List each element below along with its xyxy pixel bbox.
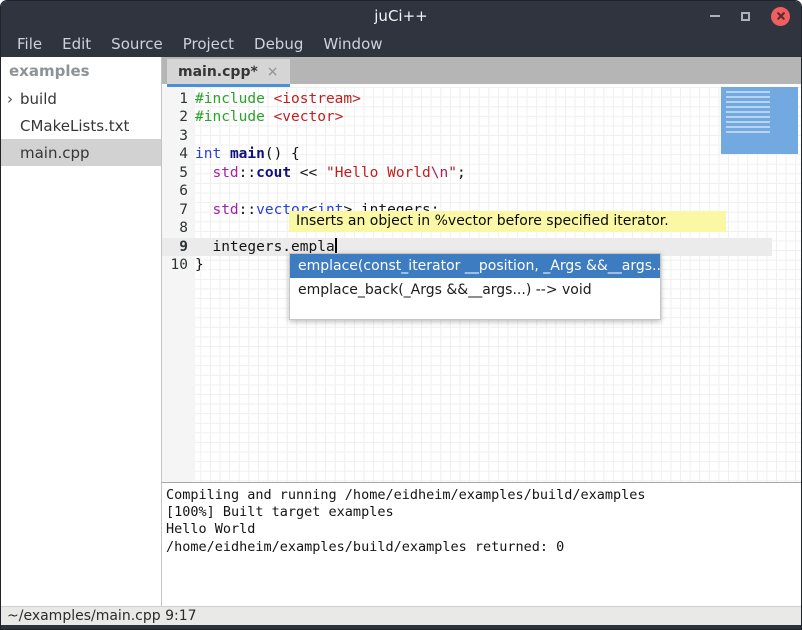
line-number: 10 <box>162 256 195 274</box>
line-number: 7 <box>162 201 195 219</box>
terminal-line: Compiling and running /home/eidheim/exam… <box>166 487 797 504</box>
title-bar[interactable]: juCi++ <box>1 1 801 31</box>
code-line-text: #include <iostream> <box>195 90 801 108</box>
code-line-text: std::cout << "Hello World\n"; <box>195 164 801 182</box>
line-number: 1 <box>162 90 195 108</box>
main-area: examples ›build CMakeLists.txt main.cpp ma… <box>1 57 801 606</box>
line-number: 2 <box>162 108 195 126</box>
code-line-text <box>195 182 801 200</box>
sidebar-item-build[interactable]: ›build <box>1 85 161 112</box>
code-line-text <box>195 127 801 145</box>
status-bar: ~/examples/main.cpp 9:17 <box>1 606 801 625</box>
line-number: 3 <box>162 127 195 145</box>
code-line[interactable]: 4int main() { <box>162 145 801 163</box>
menu-item-file[interactable]: File <box>7 33 52 55</box>
sidebar-item-label: build <box>18 90 57 108</box>
completion-item[interactable]: emplace(const_iterator __position, _Args… <box>290 254 660 278</box>
menu-item-project[interactable]: Project <box>173 33 244 55</box>
text-caret <box>335 238 337 253</box>
sidebar-item-label: CMakeLists.txt <box>18 117 129 135</box>
window-controls <box>710 1 790 31</box>
sidebar-item-main-cpp[interactable]: main.cpp <box>1 139 161 166</box>
code-line[interactable]: 1#include <iostream> <box>162 90 801 108</box>
app-window: juCi++ FileEditSourceProjectDebugWindow … <box>0 0 802 630</box>
signature-tooltip: Inserts an object in %vector before spec… <box>289 211 726 232</box>
code-line[interactable]: 5 std::cout << "Hello World\n"; <box>162 164 801 182</box>
code-line[interactable]: 3 <box>162 127 801 145</box>
menu-bar: FileEditSourceProjectDebugWindow <box>1 31 801 57</box>
terminal-line: Hello World <box>166 521 797 538</box>
status-file-position: ~/examples/main.cpp 9:17 <box>7 608 197 624</box>
completion-item[interactable]: emplace_back(_Args &&__args...) --> void <box>290 278 660 302</box>
code-line-text: int main() { <box>195 145 801 163</box>
restore-button[interactable] <box>741 12 750 21</box>
menu-item-debug[interactable]: Debug <box>244 33 313 55</box>
menu-item-edit[interactable]: Edit <box>52 33 101 55</box>
terminal-line: /home/eidheim/examples/build/examples re… <box>166 539 797 556</box>
window-bottom-border <box>1 625 801 629</box>
terminal-panel[interactable]: Compiling and running /home/eidheim/exam… <box>162 483 801 606</box>
minimap-overview[interactable] <box>721 87 798 154</box>
minimize-button[interactable] <box>710 15 720 17</box>
line-number: 5 <box>162 164 195 182</box>
line-number: 9 <box>162 238 195 256</box>
sidebar-item-label: main.cpp <box>18 144 90 162</box>
tab-main-cpp[interactable]: main.cpp* × <box>167 59 290 84</box>
sidebar-item-cmakelists-txt[interactable]: CMakeLists.txt <box>1 112 161 139</box>
editor-column: main.cpp* × 1#include <iostream>2#includ… <box>162 57 801 606</box>
line-number: 8 <box>162 219 195 237</box>
close-button[interactable] <box>771 7 790 26</box>
line-number: 6 <box>162 182 195 200</box>
window-title: juCi++ <box>1 1 801 31</box>
chevron-right-icon: › <box>1 90 18 108</box>
file-tree-panel: examples ›build CMakeLists.txt main.cpp <box>1 57 162 606</box>
menu-item-window[interactable]: Window <box>313 33 392 55</box>
project-name-header: examples <box>1 57 161 85</box>
terminal-line: [100%] Built target examples <box>166 504 797 521</box>
editor-panel[interactable]: 1#include <iostream>2#include <vector>34… <box>162 87 801 482</box>
code-area: 1#include <iostream>2#include <vector>34… <box>162 90 801 274</box>
file-tree: ›build CMakeLists.txt main.cpp <box>1 85 161 166</box>
tab-bar: main.cpp* × <box>162 57 801 84</box>
menu-item-source[interactable]: Source <box>101 33 173 55</box>
code-line[interactable]: 2#include <vector> <box>162 108 801 126</box>
code-line[interactable]: 6 <box>162 182 801 200</box>
completion-popup: emplace(const_iterator __position, _Args… <box>289 253 661 320</box>
code-line-text: #include <vector> <box>195 108 801 126</box>
line-number: 4 <box>162 145 195 163</box>
tab-close-icon[interactable]: × <box>267 64 279 80</box>
tab-label: main.cpp* <box>178 64 258 80</box>
